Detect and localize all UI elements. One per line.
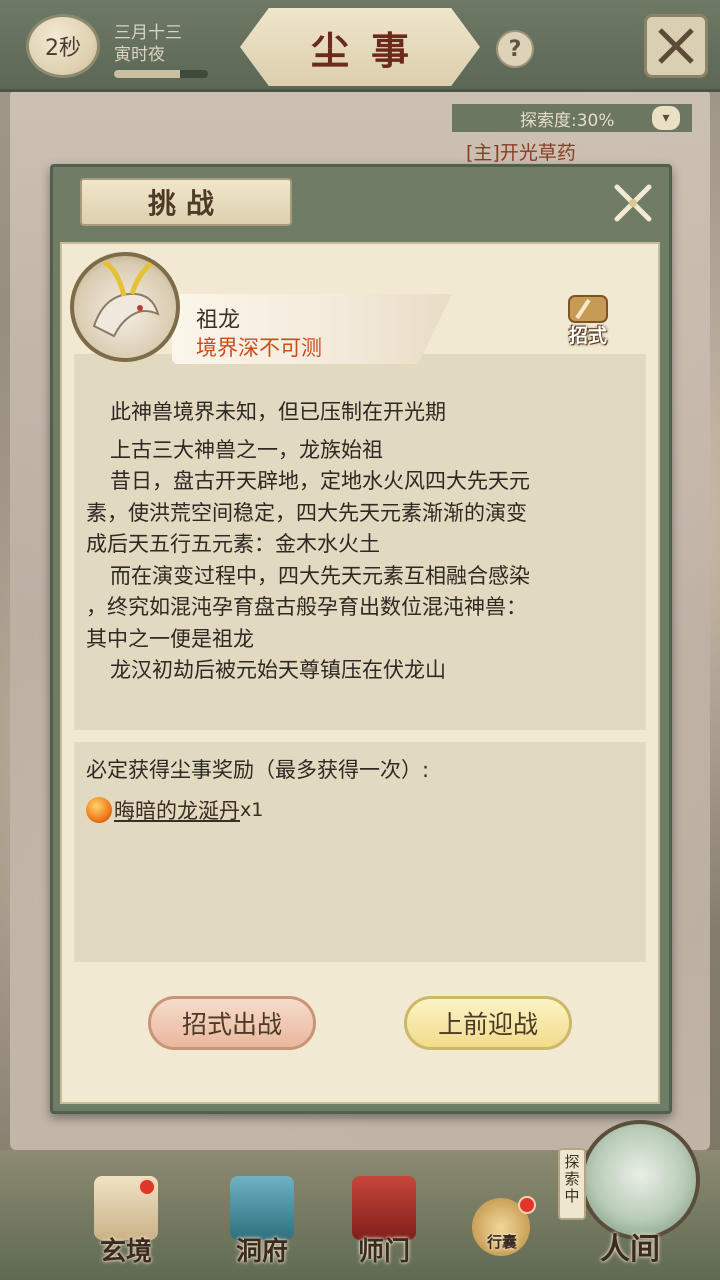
reward-item-quantity: x1 [240, 799, 264, 821]
description-line: 昔日，盘古开天辟地，定地水火风四大先天元 [110, 469, 530, 493]
reward-title: 必定获得尘事奖励（最多获得一次）: [86, 758, 430, 782]
description-line: 而在演变过程中，四大先天元素互相融合感染 [110, 564, 530, 588]
nav-item-renjian[interactable]: 人间 [582, 1170, 678, 1270]
nav-item-xingnang[interactable]: 行囊 [462, 1170, 542, 1270]
nav-label: 师门 [357, 1237, 410, 1267]
skills-button[interactable]: 招式 [560, 292, 616, 348]
boss-realm: 境界深不可测 [196, 336, 322, 360]
boss-name: 祖龙 [196, 308, 241, 333]
description-line: 此神兽境界未知，但已压制在开光期 [110, 400, 446, 424]
description-line: 素，使洪荒空间稳定，四大先天元素渐渐的演变 [86, 501, 527, 525]
timer-badge: 2秒 [26, 14, 100, 78]
explore-toggle-button[interactable]: ▾ [652, 106, 680, 130]
page-title-plate: 尘事 [240, 8, 480, 86]
boss-avatar [70, 252, 180, 362]
main-task-label[interactable]: [主]开光草药 [466, 138, 576, 165]
help-button[interactable]: ? [496, 30, 534, 68]
description-line: ，终究如混沌孕育盘古般孕育出数位混沌神兽： [86, 595, 527, 619]
dragon-portrait-icon [92, 257, 160, 338]
scroll-icon [568, 295, 608, 323]
chevron-down-icon: ▾ [662, 110, 670, 126]
nav-label: 洞府 [235, 1237, 288, 1267]
nav-label: 玄境 [99, 1237, 152, 1267]
nav-item-dongfu[interactable]: 洞府 [214, 1170, 310, 1270]
notification-dot [138, 1178, 156, 1196]
crossed-swords-icon [658, 28, 694, 64]
fight-button[interactable]: 上前迎战 [404, 996, 572, 1050]
dialog-close-button[interactable] [610, 180, 656, 226]
time-progress-bar [114, 70, 208, 78]
description-line: 成后天五行五元素：金木水火土 [86, 532, 380, 556]
dialog-title-tab: 挑战 [80, 178, 292, 226]
time-label: 寅时夜 [114, 45, 165, 65]
nav-item-xuanjing[interactable]: 玄境 [78, 1170, 174, 1270]
close-icon [614, 184, 652, 222]
dan-pill-icon [86, 797, 112, 823]
timer-text: 2秒 [45, 36, 81, 61]
page-title: 尘事 [310, 27, 431, 73]
nav-label: 行囊 [486, 1233, 517, 1251]
description-line: 其中之一便是祖龙 [86, 627, 254, 651]
notification-dot [518, 1196, 536, 1214]
skill-battle-button[interactable]: 招式出战 [148, 996, 316, 1050]
nav-label: 人间 [600, 1232, 660, 1267]
dialog-title: 挑战 [147, 187, 224, 220]
exit-button[interactable] [644, 14, 708, 78]
time-progress-fill [114, 70, 180, 78]
reward-item-name[interactable]: 晦暗的龙涎丹 [114, 795, 240, 825]
description-line: 上古三大神兽之一，龙族始祖 [110, 438, 383, 462]
description-line: 龙汉初劫后被元始天尊镇压在伏龙山 [110, 658, 446, 682]
reward-item[interactable]: 晦暗的龙涎丹 x1 [86, 796, 263, 824]
nav-item-shimen[interactable]: 师门 [336, 1170, 432, 1270]
